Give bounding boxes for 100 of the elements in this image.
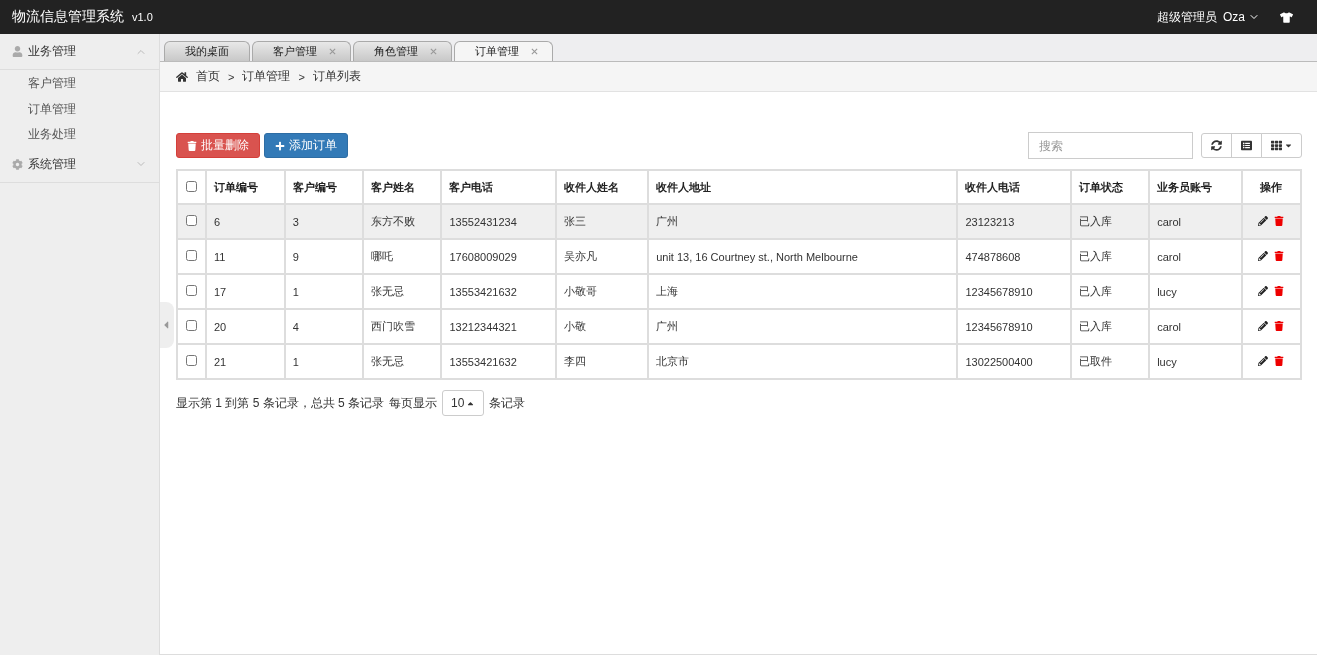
page-size-dropdown[interactable]: 10 xyxy=(442,390,485,416)
delete-icon[interactable] xyxy=(1274,215,1285,226)
table-cell: 已入库 xyxy=(1071,274,1150,309)
table-cell: 北京市 xyxy=(648,344,958,379)
row-checkbox[interactable] xyxy=(186,215,197,226)
select-all-checkbox[interactable] xyxy=(186,180,197,192)
delete-icon[interactable] xyxy=(1274,320,1285,331)
breadcrumb-item[interactable]: 订单列表 xyxy=(312,68,361,85)
sidebar-item[interactable]: 业务处理 xyxy=(0,121,159,147)
table-cell: lucy xyxy=(1149,344,1242,379)
close-icon[interactable] xyxy=(531,48,538,55)
table-cell: 474878608 xyxy=(957,239,1072,274)
table-cell: 6 xyxy=(206,204,285,239)
table-cell: 13553421632 xyxy=(441,344,557,379)
table-cell: 西门吹雪 xyxy=(362,309,442,344)
breadcrumb-item[interactable]: 订单管理 xyxy=(242,68,291,85)
table-cell: 广州 xyxy=(648,204,958,239)
home-icon xyxy=(176,70,188,83)
row-checkbox[interactable] xyxy=(186,355,197,366)
edit-icon[interactable] xyxy=(1258,250,1269,261)
user-icon xyxy=(12,46,23,57)
table-cell: 上海 xyxy=(648,274,958,309)
column-header: 客户编号 xyxy=(284,170,363,204)
column-header: 订单编号 xyxy=(206,170,285,204)
table-cell: 吴亦凡 xyxy=(556,239,649,274)
table-row[interactable]: 21 1 张无忌 13553421632 李四 北京市 13022500400 已取件 lucy xyxy=(177,344,1301,379)
breadcrumb-separator: > xyxy=(298,70,305,83)
caret-down-icon xyxy=(1283,141,1293,150)
sidebar-item[interactable]: 订单管理 xyxy=(0,95,159,121)
column-header: 收件人地址 xyxy=(648,170,958,204)
edit-icon[interactable] xyxy=(1258,215,1269,226)
row-checkbox[interactable] xyxy=(186,285,197,296)
table-cell: 张无忌 xyxy=(362,344,442,379)
column-header: 收件人姓名 xyxy=(556,170,649,204)
table-cell: 1 xyxy=(284,344,363,379)
table-row[interactable]: 11 9 哪吒 17608009029 吴亦凡 unit 13, 16 Courtney st., North Melbourne 474878608 已入库 carol xyxy=(177,239,1301,274)
list-icon xyxy=(1241,140,1252,151)
delete-icon[interactable] xyxy=(1274,355,1285,366)
sidebar-group[interactable]: 业务管理 xyxy=(0,34,159,70)
sidebar-item[interactable]: 客户管理 xyxy=(0,70,159,96)
table-cell: 20 xyxy=(206,309,285,344)
table-row[interactable]: 6 3 东方不败 13552431234 张三 广州 23123213 已入库 carol xyxy=(177,204,1301,239)
table-cell: 已入库 xyxy=(1071,309,1150,344)
table-cell: lucy xyxy=(1149,274,1242,309)
table-cell: carol xyxy=(1149,239,1242,274)
app-title: 物流信息管理系统 xyxy=(12,8,124,26)
collapse-handle[interactable] xyxy=(160,302,174,348)
edit-icon[interactable] xyxy=(1258,285,1269,296)
column-header: 订单状态 xyxy=(1071,170,1150,204)
table-cell: carol xyxy=(1149,204,1242,239)
table-row[interactable]: 17 1 张无忌 13553421632 小敬哥 上海 12345678910 已入库 lucy xyxy=(177,274,1301,309)
table-cell: 广州 xyxy=(648,309,958,344)
table-cell: 东方不败 xyxy=(362,204,442,239)
edit-icon[interactable] xyxy=(1258,355,1269,366)
column-header: 业务员账号 xyxy=(1149,170,1242,204)
sidebar-group[interactable]: 系统管理 xyxy=(0,146,159,183)
table-cell: 已入库 xyxy=(1071,239,1150,274)
columns-button[interactable] xyxy=(1261,133,1302,158)
refresh-button[interactable] xyxy=(1201,133,1232,158)
table-cell: 哪吒 xyxy=(362,239,442,274)
refresh-icon xyxy=(1211,140,1222,151)
table-cell: 17 xyxy=(206,274,285,309)
tab[interactable]: 订单管理 xyxy=(454,41,553,61)
table-cell: 12345678910 xyxy=(957,274,1072,309)
tshirt-icon[interactable] xyxy=(1280,10,1293,24)
delete-icon[interactable] xyxy=(1274,285,1285,296)
delete-icon[interactable] xyxy=(1274,250,1285,261)
pagination-summary: 显示第 1 到第 5 条记录，总共 5 条记录 xyxy=(176,394,385,412)
edit-icon[interactable] xyxy=(1258,320,1269,331)
table-cell: unit 13, 16 Courtney st., North Melbourne xyxy=(648,239,958,274)
trash-icon xyxy=(187,140,197,151)
column-header: 客户电话 xyxy=(441,170,557,204)
breadcrumb-item[interactable]: 首页 xyxy=(196,68,220,85)
add-order-button[interactable]: 添加订单 xyxy=(264,133,348,158)
tab[interactable]: 客户管理 xyxy=(252,41,351,61)
user-menu[interactable]: Oza xyxy=(1223,10,1260,24)
tab[interactable]: 我的桌面 xyxy=(164,41,250,61)
row-checkbox[interactable] xyxy=(186,320,197,331)
batch-delete-button[interactable]: 批量删除 xyxy=(176,133,260,158)
tab[interactable]: 角色管理 xyxy=(353,41,452,61)
row-checkbox[interactable] xyxy=(186,250,197,261)
table-cell: 9 xyxy=(284,239,363,274)
per-page-label: 每页显示 xyxy=(389,394,438,412)
table-cell: 已取件 xyxy=(1071,344,1150,379)
table-cell: 小敬哥 xyxy=(556,274,649,309)
table-cell: 已入库 xyxy=(1071,204,1150,239)
table-cell: 4 xyxy=(284,309,363,344)
toggle-view-button[interactable] xyxy=(1231,133,1262,158)
table-row[interactable]: 20 4 西门吹雪 13212344321 小敬 广州 12345678910 已入库 carol xyxy=(177,309,1301,344)
per-page-suffix: 条记录 xyxy=(489,394,526,412)
table-cell: 21 xyxy=(206,344,285,379)
table-cell: 1 xyxy=(284,274,363,309)
table-cell: 17608009029 xyxy=(441,239,557,274)
table-cell: 23123213 xyxy=(957,204,1072,239)
search-field[interactable]: 搜索 xyxy=(1028,132,1193,159)
table-cell: carol xyxy=(1149,309,1242,344)
table-cell: 李四 xyxy=(556,344,649,379)
table-cell: 12345678910 xyxy=(957,309,1072,344)
user-role: 超级管理员 xyxy=(1157,8,1217,26)
gear-icon xyxy=(12,158,23,170)
